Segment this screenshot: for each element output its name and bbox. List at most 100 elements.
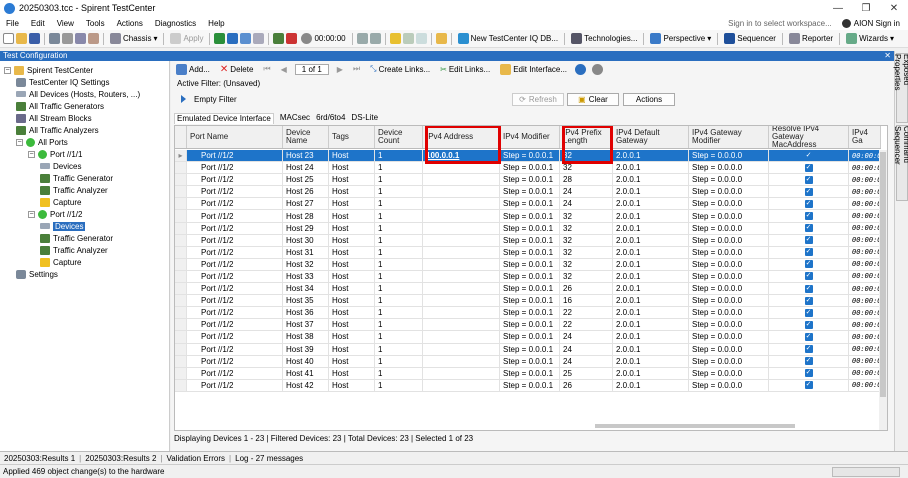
cell-count[interactable]: 1 bbox=[375, 198, 423, 210]
sequencer-button[interactable]: Sequencer bbox=[722, 33, 778, 44]
cell-mod[interactable]: Step = 0.0.0.1 bbox=[500, 355, 560, 367]
cell-count[interactable]: 1 bbox=[375, 295, 423, 307]
table-row[interactable]: Port //1/2 Host 41 Host 1 Step = 0.0.0.1 25 2.… bbox=[175, 367, 881, 380]
resolve-gateway-checkbox[interactable]: ✓ bbox=[769, 150, 849, 162]
cell-tags[interactable]: Host bbox=[329, 283, 375, 295]
cell-mod[interactable]: Step = 0.0.0.1 bbox=[500, 283, 560, 295]
cell-name[interactable]: Host 30 bbox=[283, 234, 329, 246]
arp-icon[interactable] bbox=[389, 33, 401, 44]
resolve-gateway-checkbox[interactable]: ✓ bbox=[769, 331, 849, 343]
expand-toggle-icon[interactable]: − bbox=[28, 210, 35, 218]
cell-port[interactable]: Port //1/2 bbox=[187, 162, 283, 174]
cell-count[interactable]: 1 bbox=[375, 186, 423, 198]
tab-validation-errors[interactable]: Validation Errors bbox=[167, 454, 226, 463]
cell-name[interactable]: Host 27 bbox=[283, 198, 329, 210]
cell-mod[interactable]: Step = 0.0.0.1 bbox=[500, 150, 560, 162]
minimize-icon[interactable]: — bbox=[824, 0, 852, 16]
cell-count[interactable]: 1 bbox=[375, 210, 423, 222]
tree-item[interactable]: TestCenter IQ Settings bbox=[16, 76, 109, 88]
column-header[interactable]: IPv4 Modifier bbox=[500, 126, 560, 148]
table-row[interactable]: ▸ Port //1/2 Host 23 Host 1 100.0.0.1 Step = 0… bbox=[175, 150, 881, 163]
cell-gw[interactable]: 2.0.0.1 bbox=[613, 246, 689, 258]
horizontal-scroll-thumb[interactable] bbox=[595, 424, 795, 428]
vertical-scrollbar[interactable] bbox=[879, 150, 887, 430]
table-row[interactable]: Port //1/2 Host 30 Host 1 Step = 0.0.0.1 32 2.… bbox=[175, 234, 881, 247]
new-iq-db-button[interactable]: New TestCenter IQ DB... bbox=[456, 33, 560, 44]
cell-gax[interactable]: 00:00:0 bbox=[849, 174, 881, 186]
cell-count[interactable]: 1 bbox=[375, 270, 423, 283]
cell-gax[interactable]: 00:00:0 bbox=[849, 210, 881, 222]
cell-gwmod[interactable]: Step = 0.0.0.0 bbox=[689, 367, 769, 379]
cell-tags[interactable]: Host bbox=[329, 222, 375, 234]
stop-icon[interactable] bbox=[286, 33, 298, 44]
column-header[interactable]: IPv4 Address bbox=[423, 126, 500, 148]
cell-prefix[interactable]: 32 bbox=[560, 234, 613, 246]
tab-ds-lite[interactable]: DS-Lite bbox=[351, 113, 378, 124]
resolve-gateway-checkbox[interactable]: ✓ bbox=[769, 283, 849, 295]
cell-gw[interactable]: 2.0.0.1 bbox=[613, 319, 689, 331]
menu-file[interactable]: File bbox=[0, 19, 25, 28]
table-row[interactable]: Port //1/2 Host 38 Host 1 Step = 0.0.0.1 24 2.… bbox=[175, 331, 881, 344]
cell-port[interactable]: Port //1/2 bbox=[187, 222, 283, 234]
resolve-gateway-checkbox[interactable]: ✓ bbox=[769, 222, 849, 234]
tab-results-1[interactable]: 20250303:Results 1 bbox=[4, 454, 75, 463]
wizards-button[interactable]: Wizards ▾ bbox=[844, 33, 896, 44]
cell-addr[interactable] bbox=[423, 283, 500, 295]
resolve-gateway-checkbox[interactable]: ✓ bbox=[769, 319, 849, 331]
column-header[interactable]: IPv4 Prefix Length bbox=[560, 126, 613, 148]
help-icon[interactable] bbox=[575, 63, 587, 75]
cell-gwmod[interactable]: Step = 0.0.0.0 bbox=[689, 270, 769, 283]
row-indicator[interactable]: ▸ bbox=[175, 150, 187, 162]
results-icon[interactable] bbox=[415, 33, 427, 44]
cell-name[interactable]: Host 39 bbox=[283, 343, 329, 355]
cell-count[interactable]: 1 bbox=[375, 162, 423, 174]
tab-command-sequencer[interactable]: Command Sequencer bbox=[893, 125, 908, 201]
cell-mod[interactable]: Step = 0.0.0.1 bbox=[500, 379, 560, 391]
cell-port[interactable]: Port //1/2 bbox=[187, 210, 283, 222]
cell-mod[interactable]: Step = 0.0.0.1 bbox=[500, 367, 560, 379]
table-row[interactable]: Port //1/2 Host 28 Host 1 Step = 0.0.0.1 32 2.… bbox=[175, 210, 881, 223]
cell-addr[interactable] bbox=[423, 367, 500, 379]
table-row[interactable]: Port //1/2 Host 25 Host 1 Step = 0.0.0.1 28 2.… bbox=[175, 174, 881, 187]
cell-prefix[interactable]: 24 bbox=[560, 198, 613, 210]
paste-icon[interactable] bbox=[88, 33, 99, 44]
cell-prefix[interactable]: 16 bbox=[560, 295, 613, 307]
row-indicator[interactable] bbox=[175, 283, 187, 295]
tab-6rd-6to4[interactable]: 6rd/6to4 bbox=[316, 113, 345, 124]
cell-tags[interactable]: Host bbox=[329, 162, 375, 174]
cell-gw[interactable]: 2.0.0.1 bbox=[613, 198, 689, 210]
cell-prefix[interactable]: 24 bbox=[560, 343, 613, 355]
cell-tags[interactable]: Host bbox=[329, 270, 375, 283]
cell-prefix[interactable]: 32 bbox=[560, 210, 613, 222]
cell-count[interactable]: 1 bbox=[375, 283, 423, 295]
cell-port[interactable]: Port //1/2 bbox=[187, 379, 283, 391]
tree-item[interactable]: Capture bbox=[40, 256, 81, 268]
cell-port[interactable]: Port //1/2 bbox=[187, 355, 283, 367]
cell-gax[interactable]: 00:00:0 bbox=[849, 246, 881, 258]
column-header[interactable]: Resolve IPv4 Gateway MacAddress bbox=[769, 126, 849, 149]
cell-tags[interactable]: Host bbox=[329, 246, 375, 258]
cell-count[interactable]: 1 bbox=[375, 258, 423, 270]
cell-count[interactable]: 1 bbox=[375, 367, 423, 379]
capture-stop-icon[interactable] bbox=[369, 33, 381, 44]
new-file-icon[interactable] bbox=[3, 33, 14, 44]
cell-addr[interactable] bbox=[423, 186, 500, 198]
cell-gw[interactable]: 2.0.0.1 bbox=[613, 258, 689, 270]
cell-gwmod[interactable]: Step = 0.0.0.0 bbox=[689, 355, 769, 367]
cell-gwmod[interactable]: Step = 0.0.0.0 bbox=[689, 174, 769, 186]
cell-addr[interactable] bbox=[423, 174, 500, 186]
cell-gwmod[interactable]: Step = 0.0.0.0 bbox=[689, 210, 769, 222]
row-indicator[interactable] bbox=[175, 162, 187, 174]
table-row[interactable]: Port //1/2 Host 26 Host 1 Step = 0.0.0.1 24 2.… bbox=[175, 186, 881, 199]
start-devices-icon[interactable] bbox=[214, 33, 226, 44]
cell-mod[interactable]: Step = 0.0.0.1 bbox=[500, 270, 560, 283]
cell-port[interactable]: Port //1/2 bbox=[187, 307, 283, 319]
cell-addr[interactable] bbox=[423, 198, 500, 210]
tree-item[interactable]: Traffic Generator bbox=[40, 232, 113, 244]
cell-prefix[interactable]: 25 bbox=[560, 367, 613, 379]
cell-port[interactable]: Port //1/2 bbox=[187, 367, 283, 379]
cell-port[interactable]: Port //1/2 bbox=[187, 270, 283, 283]
table-row[interactable]: Port //1/2 Host 32 Host 1 Step = 0.0.0.1 32 2.… bbox=[175, 258, 881, 271]
cell-name[interactable]: Host 35 bbox=[283, 295, 329, 307]
tab-results-2[interactable]: 20250303:Results 2 bbox=[85, 454, 156, 463]
